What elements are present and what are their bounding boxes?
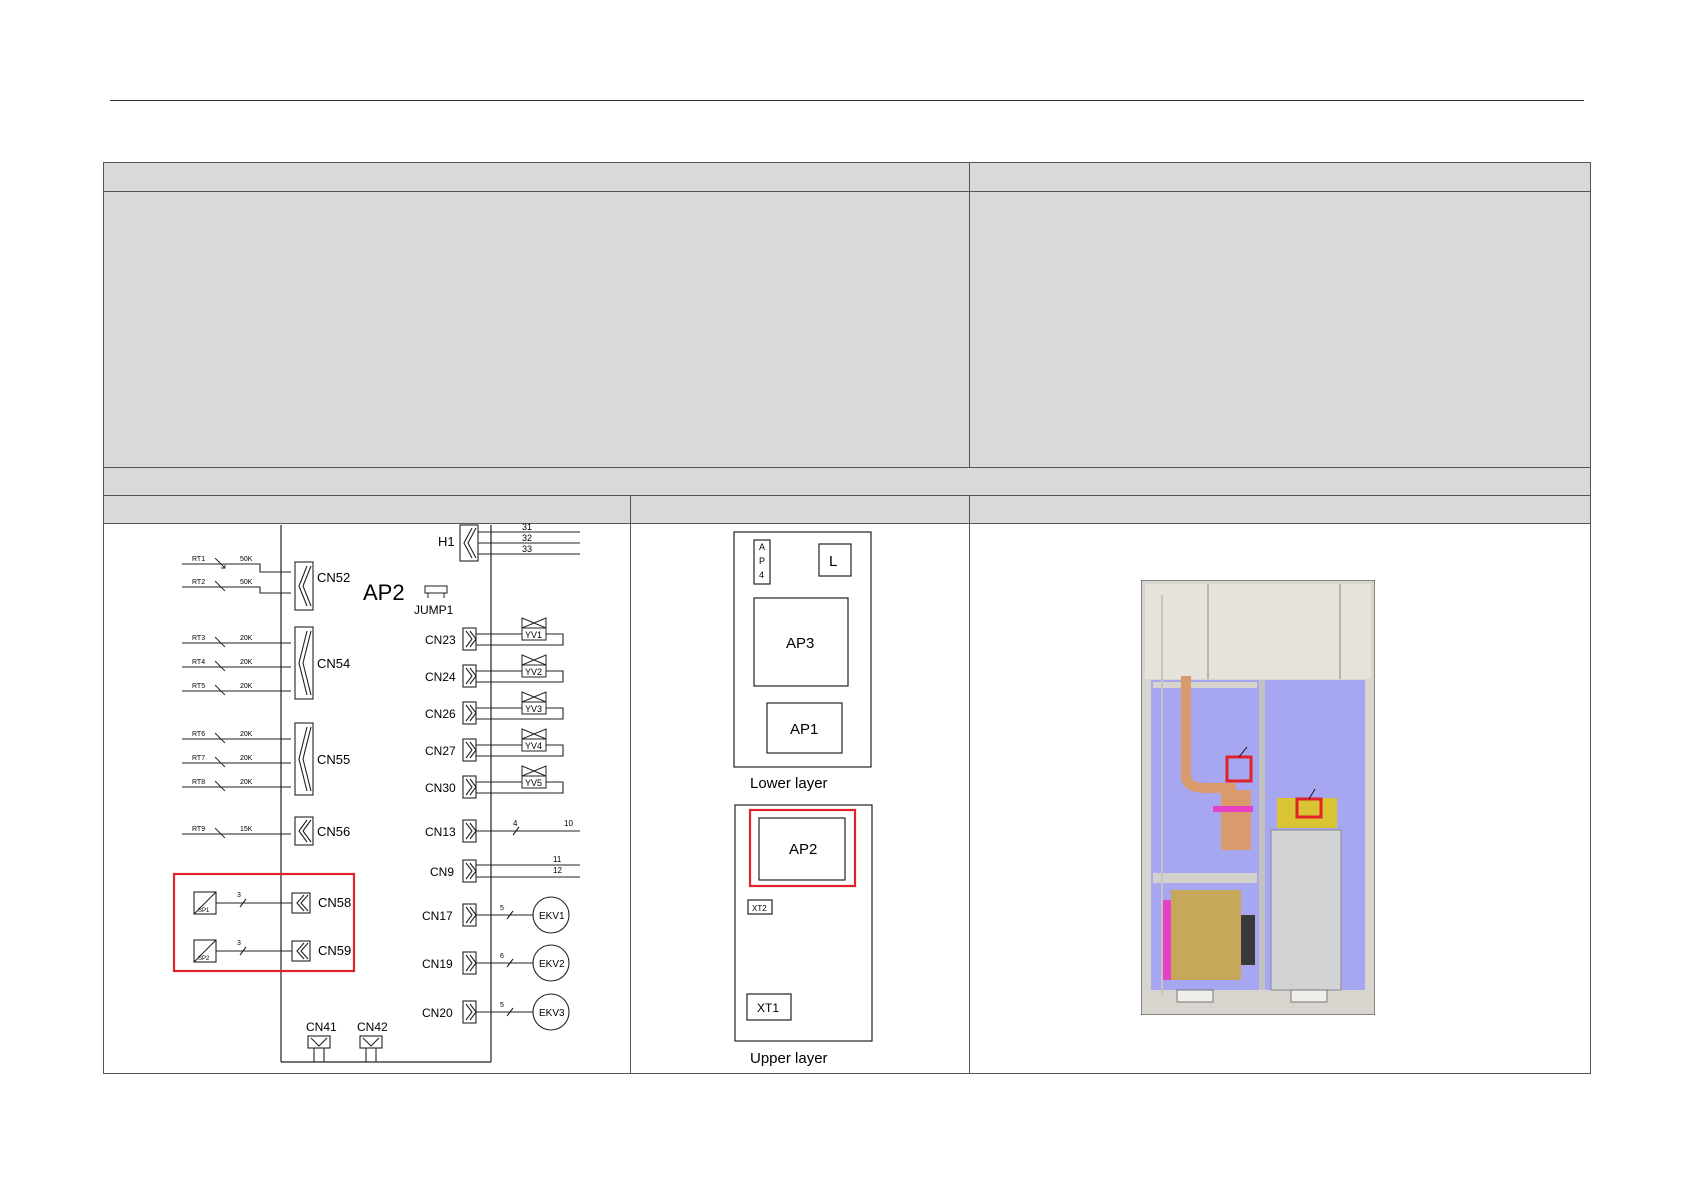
cn41-label: CN41 — [306, 1020, 337, 1034]
sp2-label: SP2 — [198, 956, 210, 962]
valve-name: YV5 — [525, 778, 542, 788]
sensor-value: 20K — [240, 635, 253, 642]
table-section-row — [104, 467, 1590, 495]
cn52-label: CN52 — [317, 570, 350, 585]
ap3-label: AP3 — [786, 635, 814, 652]
wire-count: 4 — [513, 819, 518, 828]
sensor-name: RT9 — [192, 826, 205, 833]
ap4-letter: A — [759, 542, 765, 552]
cn55-label: CN55 — [317, 752, 350, 767]
wire-count: 3 — [237, 892, 241, 899]
terminal-number: 11 — [553, 855, 562, 864]
ap2-wiring-diagram: AP2 JUMP1 H1 31 32 33 CN52 RT1 50K RT2 5… — [172, 522, 580, 1063]
header-rule — [110, 100, 1584, 101]
valve-name: YV2 — [525, 667, 542, 677]
sensor-name: RT7 — [192, 755, 205, 762]
valve-name: YV1 — [525, 630, 542, 640]
sensor-value: 20K — [240, 779, 253, 786]
cn9-label: CN9 — [430, 865, 454, 879]
ap4-letter: 4 — [759, 570, 764, 580]
row-divider — [104, 467, 1590, 468]
cn19-label: CN19 — [422, 957, 453, 971]
cn27-label: CN27 — [425, 744, 456, 758]
thermistor-icon — [214, 557, 226, 839]
h1-pin: 33 — [522, 544, 532, 554]
valve-connector-icon — [462, 627, 564, 799]
board-layout-diagram: A P 4 L AP3 AP1 Lower layer AP2 XT2 XT1 … — [733, 531, 873, 1067]
table-subheader-row — [104, 495, 1590, 523]
lower-layer-caption: Lower layer — [750, 775, 828, 792]
wire-count: 5 — [500, 905, 504, 912]
cn42-label: CN42 — [357, 1020, 388, 1034]
cn58-label: CN58 — [318, 895, 351, 910]
outdoor-unit-photo — [1141, 580, 1375, 1015]
bottom-connector-icon — [307, 1035, 383, 1062]
sensor-name: RT3 — [192, 635, 205, 642]
sensor-name: RT8 — [192, 779, 205, 786]
xt2-label: XT2 — [752, 904, 767, 913]
cn24-label: CN24 — [425, 670, 456, 684]
ap4-letter: P — [759, 556, 765, 566]
cn23-label: CN23 — [425, 633, 456, 647]
table-header-row — [104, 163, 1590, 191]
sensor-value: 20K — [240, 683, 253, 690]
sensor-name: RT6 — [192, 731, 205, 738]
jumper-label: JUMP1 — [414, 603, 454, 617]
sensor-value: 15K — [240, 826, 253, 833]
sensor-value: 50K — [240, 556, 253, 563]
cn56-label: CN56 — [317, 824, 350, 839]
cn20-label: CN20 — [422, 1006, 453, 1020]
board-label: AP2 — [363, 580, 405, 605]
ap2-label: AP2 — [789, 841, 817, 858]
h1-pin: 31 — [522, 522, 532, 532]
h1-connector-icon — [459, 524, 580, 562]
ekv-name: EKV2 — [539, 959, 565, 970]
row-divider — [104, 495, 1590, 496]
col-divider — [630, 495, 631, 1073]
ekv-name: EKV3 — [539, 1008, 565, 1019]
cn30-label: CN30 — [425, 781, 456, 795]
col-divider — [969, 163, 970, 467]
h1-pin: 32 — [522, 533, 532, 543]
pressure-sensor-icon — [193, 891, 311, 963]
xt1-label: XT1 — [757, 1001, 779, 1015]
sensor-value: 20K — [240, 755, 253, 762]
cn17-label: CN17 — [422, 909, 453, 923]
upper-layer-caption: Upper layer — [750, 1050, 828, 1067]
sensor-value: 20K — [240, 731, 253, 738]
valve-name: YV3 — [525, 704, 542, 714]
solenoid-valve-icon — [521, 617, 547, 789]
cn59-label: CN59 — [318, 943, 351, 958]
col-divider — [969, 495, 970, 1073]
jumper-icon — [424, 585, 448, 598]
ap1-label: AP1 — [790, 721, 818, 738]
valve-name: YV4 — [525, 741, 542, 751]
sensor-name: RT2 — [192, 579, 205, 586]
row-divider — [104, 191, 1590, 192]
sensor-name: RT5 — [192, 683, 205, 690]
l-label: L — [829, 553, 837, 570]
sp1-label: SP1 — [198, 908, 210, 914]
wire-count: 5 — [500, 1002, 504, 1009]
terminal-number: 10 — [564, 819, 573, 828]
wire-count: 6 — [500, 953, 504, 960]
cn52-connector-icon — [182, 561, 314, 611]
sensor-value: 20K — [240, 659, 253, 666]
table-body-row — [104, 191, 1590, 467]
sensor-name: RT4 — [192, 659, 205, 666]
sensor-name: RT1 — [192, 556, 205, 563]
wire-count: 3 — [237, 940, 241, 947]
sensor-value: 50K — [240, 579, 253, 586]
ekv-name: EKV1 — [539, 911, 565, 922]
cn54-label: CN54 — [317, 656, 350, 671]
h1-label: H1 — [438, 534, 455, 549]
cn13-label: CN13 — [425, 825, 456, 839]
terminal-number: 12 — [553, 866, 562, 875]
cn13-connector-icon — [462, 819, 580, 883]
cn26-label: CN26 — [425, 707, 456, 721]
